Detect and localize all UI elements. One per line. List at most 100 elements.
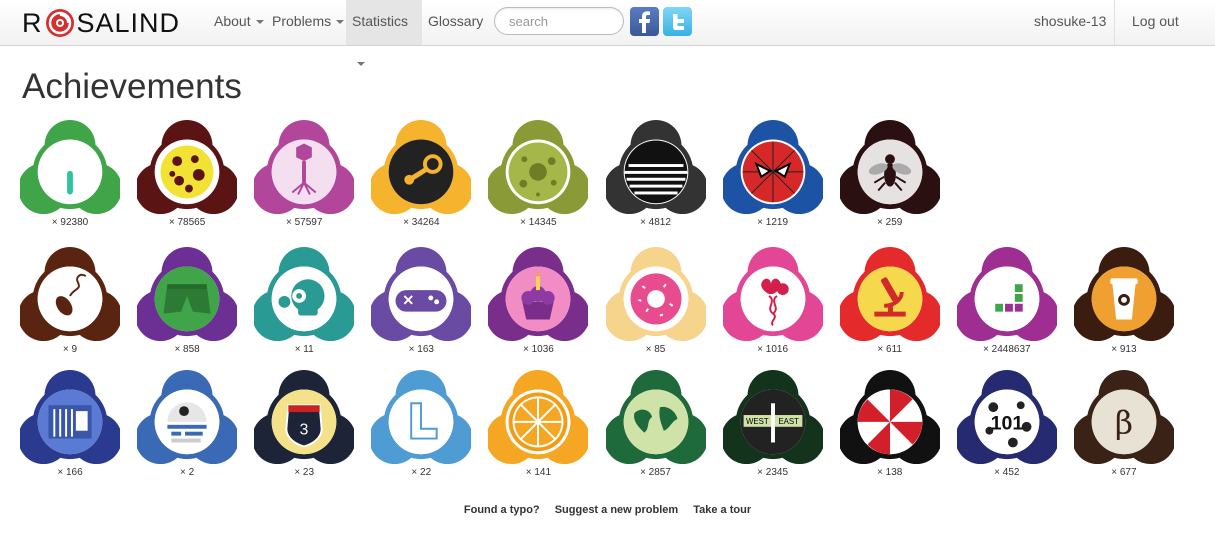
achievement-badge[interactable]: × 4812	[605, 118, 706, 228]
achievement-count: × 858	[174, 344, 200, 355]
achievement-count: × 92380	[51, 217, 89, 228]
nav-glossary-label: Glossary	[428, 13, 484, 29]
chevron-down-icon	[336, 20, 345, 25]
achievement-badge[interactable]: × 611	[839, 245, 940, 355]
achievement-badge[interactable]: × 2	[137, 368, 238, 478]
achievement-count: × 85	[645, 344, 666, 355]
svg-text:WEST: WEST	[746, 417, 769, 426]
achievement-count: × 57597	[285, 217, 323, 228]
gamepad-icon	[371, 246, 472, 342]
nav-username[interactable]: shosuke-13	[1028, 0, 1112, 45]
nav-problems[interactable]: Problems	[266, 0, 350, 45]
logout-label: Log out	[1132, 13, 1179, 29]
take-tour-link[interactable]: Take a tour	[693, 504, 751, 516]
achievement-count: × 166	[57, 467, 83, 478]
achievement-count: × 1036	[522, 344, 554, 355]
achievement-badge[interactable]: × 2448637	[956, 245, 1057, 355]
dalmatian-101-icon: 101	[956, 369, 1057, 465]
achievement-badge[interactable]: × 85	[605, 245, 706, 355]
cell-icon	[488, 119, 589, 215]
achievement-badge[interactable]: × 1016	[722, 245, 823, 355]
achievement-count: × 2857	[640, 467, 671, 478]
svg-text:101: 101	[990, 413, 1023, 435]
achievement-badge[interactable]: × 22	[371, 368, 472, 478]
achievement-count: × 2	[180, 467, 195, 478]
nav-glossary[interactable]: Glossary	[422, 0, 489, 45]
nav-statistics[interactable]: Statistics	[346, 0, 422, 67]
achievement-badge[interactable]: β × 677	[1073, 368, 1174, 478]
twitter-icon[interactable]	[663, 7, 692, 36]
achievement-badge[interactable]: × 92380	[20, 118, 120, 228]
nav-statistics-label: Statistics	[352, 13, 409, 29]
achievement-count: × 452	[994, 467, 1020, 478]
achievement-badge[interactable]: × 14345	[488, 118, 589, 228]
found-typo-link[interactable]: Found a typo?	[464, 504, 540, 516]
achievement-count: × 23	[294, 467, 315, 478]
shorts-icon	[137, 246, 238, 342]
tetromino-outline-icon	[371, 369, 472, 465]
achievement-count: × 2448637	[983, 344, 1031, 355]
achievement-badge[interactable]: WEST EAST × 2345	[722, 368, 823, 478]
world-map-icon	[605, 369, 706, 465]
balloons-dna-icon	[722, 246, 823, 342]
fly-icon	[839, 119, 940, 215]
achievement-badge[interactable]: 101 × 452	[956, 368, 1057, 478]
achievement-badge[interactable]: × 163	[371, 245, 472, 355]
rosalind-logo[interactable]: R SALIND	[22, 5, 180, 41]
computer-mouse-icon	[20, 246, 120, 342]
logo-letter-r: R	[22, 7, 43, 38]
achievement-badge[interactable]: × 57597	[254, 118, 355, 228]
achievement-count: × 138	[877, 467, 903, 478]
svg-text:EAST: EAST	[778, 417, 799, 426]
achievement-count: × 611	[877, 344, 902, 355]
coffee-cup-icon	[1073, 246, 1174, 342]
achievement-badge[interactable]: × 913	[1073, 245, 1174, 355]
achievement-count: × 163	[408, 344, 434, 355]
achievement-count: × 22	[411, 467, 432, 478]
nav-about-label: About	[214, 13, 251, 29]
achievement-count: × 78565	[168, 217, 206, 228]
achievement-count: × 4812	[640, 217, 671, 228]
bacteriophage-icon	[254, 119, 355, 215]
search-input[interactable]	[494, 7, 624, 35]
tetris-blocks-icon	[956, 246, 1057, 342]
svg-text:β: β	[1115, 406, 1133, 442]
achievement-badge[interactable]: × 1219	[722, 118, 823, 228]
spider-man-mask-icon	[722, 119, 823, 215]
achievement-badge[interactable]: × 166	[20, 368, 120, 478]
r2d2-icon	[137, 369, 238, 465]
seedling-in-tube-icon	[20, 119, 120, 215]
nav-about[interactable]: About	[208, 0, 270, 45]
achievement-badge[interactable]: × 78565	[137, 118, 238, 228]
nav-logout[interactable]: Log out	[1126, 0, 1185, 45]
achievement-count: × 141	[525, 467, 552, 478]
achievement-count: × 913	[1111, 344, 1137, 355]
achievement-badge[interactable]: × 11	[254, 245, 355, 355]
nav-divider	[1114, 0, 1115, 45]
svg-text:3: 3	[300, 422, 309, 439]
achievement-badge[interactable]: × 9	[20, 245, 120, 355]
rosalind-rose-icon	[45, 8, 75, 38]
achievement-badge[interactable]: × 858	[137, 245, 238, 355]
nav-problems-label: Problems	[272, 13, 332, 29]
achievement-badge[interactable]: × 138	[839, 368, 940, 478]
username-label: shosuke-13	[1034, 13, 1107, 29]
achievement-badge[interactable]: × 141	[488, 368, 589, 478]
steam-logo-icon	[371, 119, 472, 215]
achievement-badge[interactable]: × 2857	[605, 368, 706, 478]
achievement-badge[interactable]: 3 × 23	[254, 368, 355, 478]
achievement-count: × 11	[294, 344, 314, 355]
donut-icon	[605, 246, 706, 342]
achievement-count: × 34264	[403, 217, 440, 228]
suggest-problem-link[interactable]: Suggest a new problem	[555, 504, 678, 516]
highway-shield-icon: 3	[254, 369, 355, 465]
umbrella-icon	[839, 369, 940, 465]
chevron-down-icon	[255, 20, 264, 25]
facebook-icon[interactable]	[630, 7, 659, 36]
achievement-badge[interactable]: × 259	[839, 118, 940, 228]
achievement-badge[interactable]: × 1036	[488, 245, 589, 355]
west-east-sign-icon: WEST EAST	[722, 369, 823, 465]
achievement-badge[interactable]: × 34264	[371, 118, 472, 228]
striped-disk-icon	[605, 119, 706, 215]
achievement-count: × 14345	[520, 217, 557, 228]
